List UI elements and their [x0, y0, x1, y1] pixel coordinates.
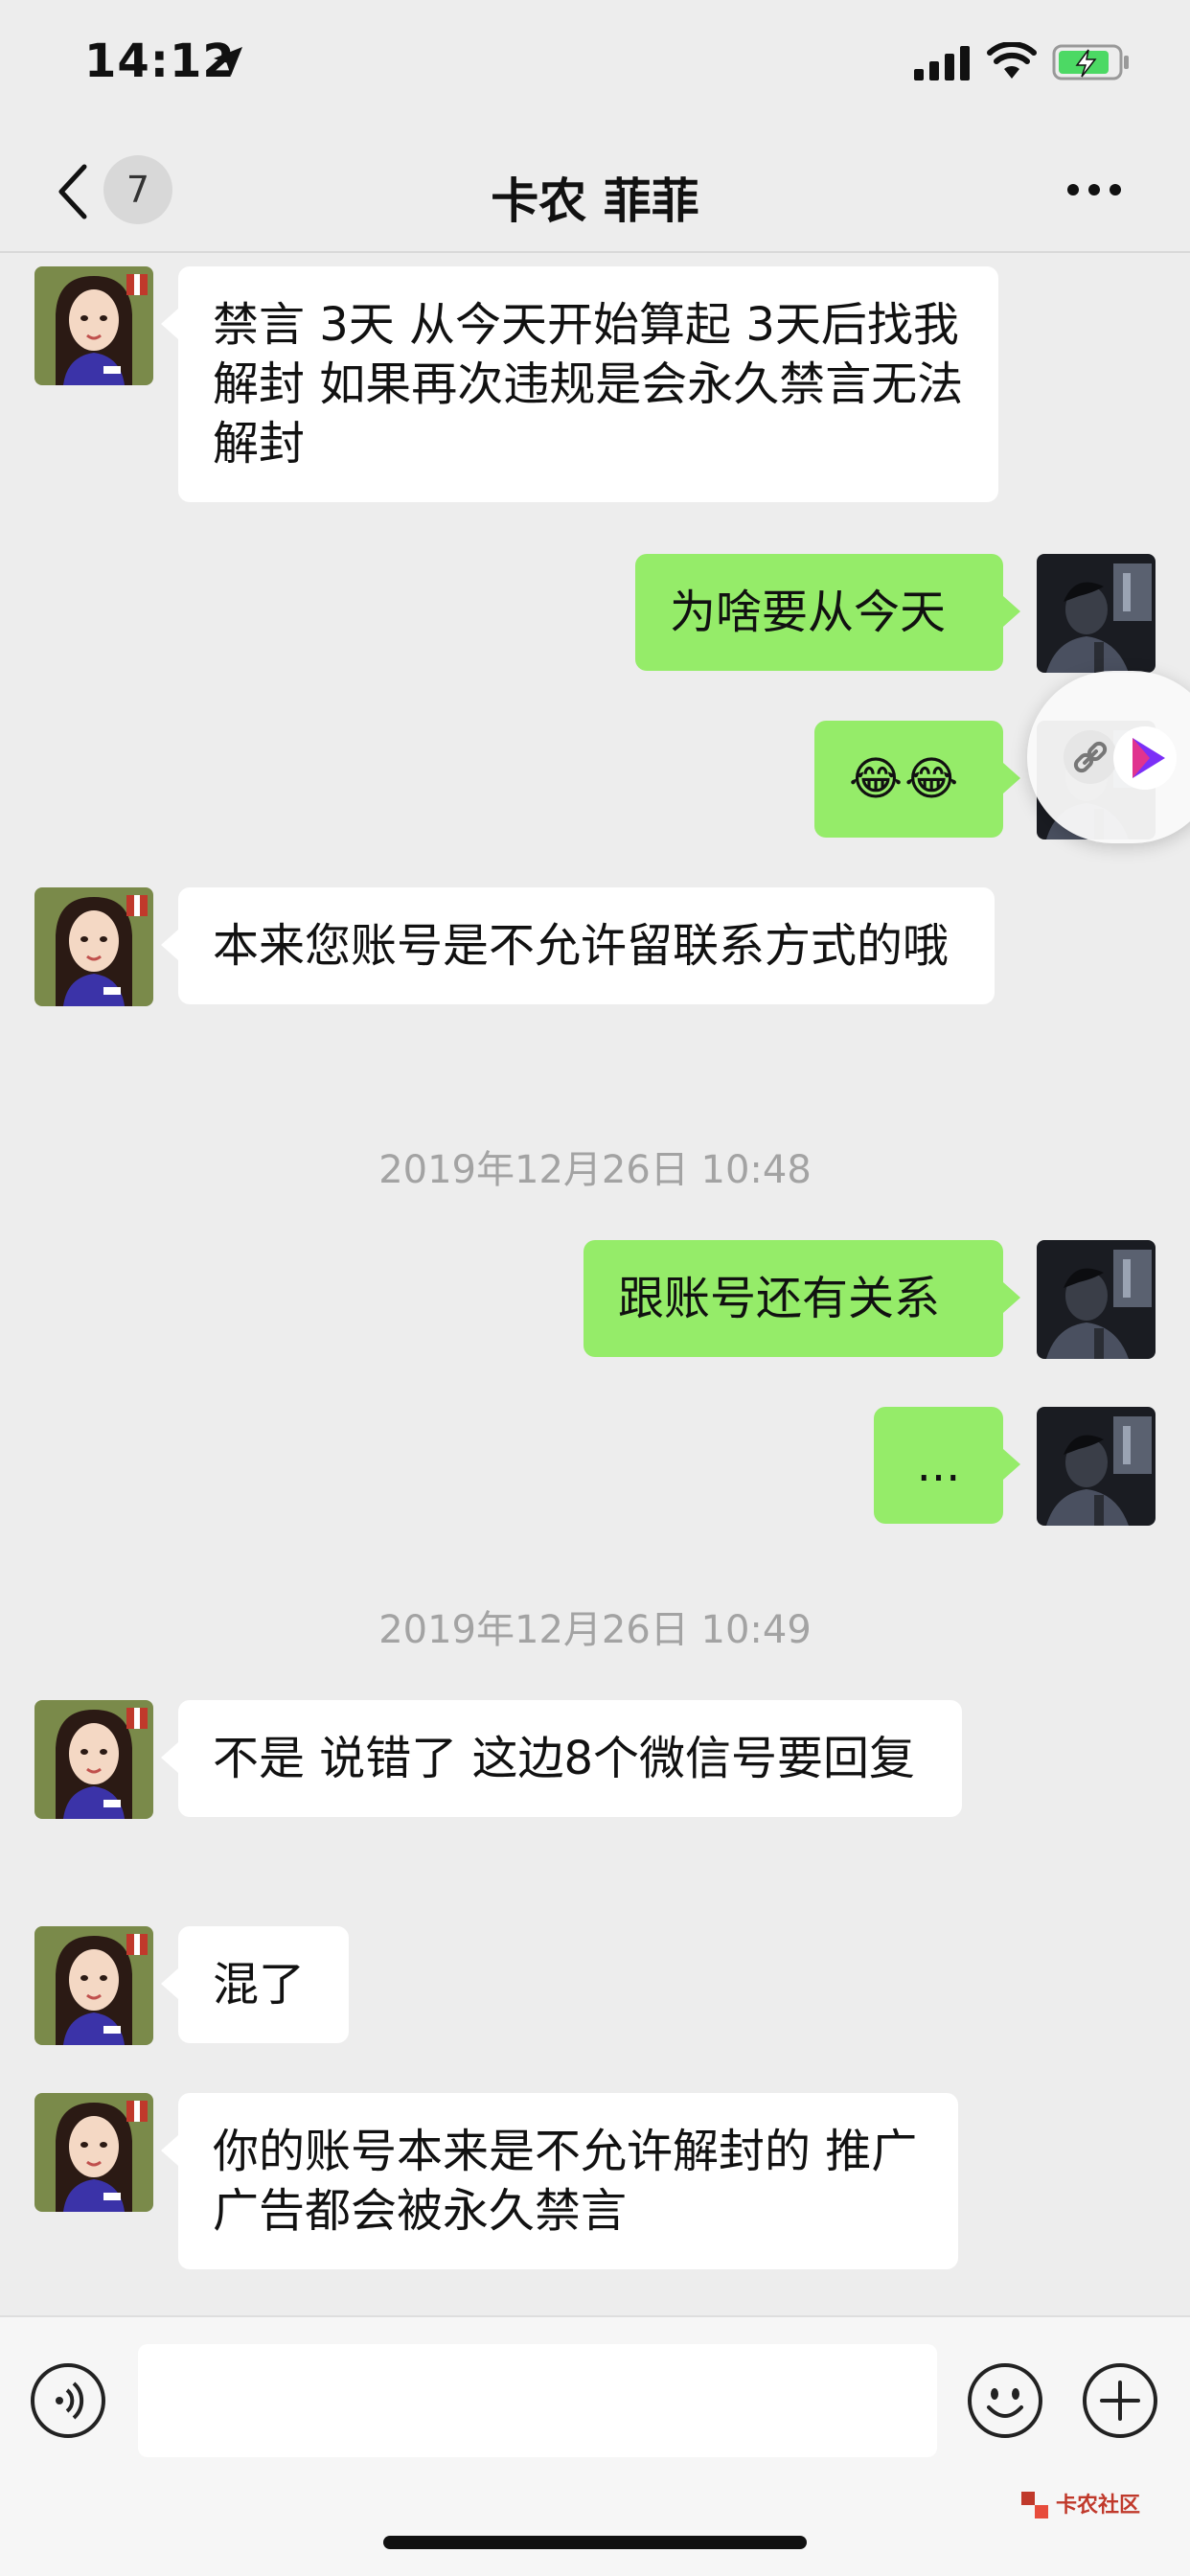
link-icon[interactable] — [1062, 728, 1119, 786]
contact-avatar[interactable] — [34, 1926, 153, 2045]
contact-avatar[interactable] — [34, 1700, 153, 1819]
chat-input-bar: 卡农社区 — [0, 2315, 1190, 2576]
watermark-logo: 卡农社区 — [1018, 2488, 1180, 2532]
contact-avatar[interactable] — [34, 887, 153, 1006]
home-indicator[interactable] — [383, 2536, 807, 2549]
play-icon[interactable] — [1111, 724, 1179, 792]
cellular-signal-icon — [914, 46, 970, 80]
add-attachment-icon[interactable] — [1081, 2361, 1159, 2440]
incoming-message-bubble[interactable]: 混了 — [161, 1926, 349, 2043]
voice-input-icon[interactable] — [29, 2361, 107, 2440]
contact-avatar[interactable] — [34, 266, 153, 385]
wifi-icon — [987, 42, 1037, 79]
chat-title: 卡农 菲菲 — [491, 173, 699, 229]
contact-avatar[interactable] — [34, 2093, 153, 2212]
emoji-icon[interactable] — [966, 2361, 1044, 2440]
incoming-message-bubble[interactable]: 你的账号本来是不允许解封的 推广广告都会被永久禁言 — [161, 2093, 958, 2269]
my-avatar[interactable] — [1037, 1407, 1156, 1526]
message-timestamp: 2019年12月26日 10:48 — [378, 1148, 812, 1192]
location-arrow-icon — [214, 47, 242, 76]
more-options-icon[interactable] — [1065, 178, 1123, 201]
outgoing-message-bubble[interactable]: 跟账号还有关系 — [584, 1240, 1020, 1357]
floating-share-widget[interactable] — [1027, 671, 1190, 843]
outgoing-message-bubble[interactable]: ... — [874, 1407, 1020, 1524]
watermark-text: 卡农社区 — [1056, 2494, 1141, 2518]
incoming-message-bubble[interactable]: 不是 说错了 这边8个微信号要回复 — [161, 1700, 962, 1817]
outgoing-message-bubble[interactable]: 为啥要从今天 — [635, 554, 1020, 671]
message-timestamp: 2019年12月26日 10:49 — [378, 1608, 812, 1652]
watermark-icon — [1021, 2492, 1048, 2518]
incoming-message-bubble[interactable]: 本来您账号是不允许留联系方式的哦 — [161, 887, 995, 1004]
message-list[interactable]: 禁言 3天 从今天开始算起 3天后找我解封 如果再次违规是会永久禁言无法解封 为… — [0, 255, 1190, 2315]
my-avatar[interactable] — [1037, 1240, 1156, 1359]
status-bar: 14:12 — [0, 0, 1190, 134]
incoming-message-bubble[interactable]: 禁言 3天 从今天开始算起 3天后找我解封 如果再次违规是会永久禁言无法解封 — [161, 266, 998, 502]
my-avatar[interactable] — [1037, 554, 1156, 673]
battery-charging-icon — [1052, 44, 1129, 80]
message-input[interactable] — [138, 2344, 937, 2457]
chat-navbar: 7 卡农 菲菲 — [0, 134, 1190, 253]
outgoing-emoji-bubble[interactable]: 😂😂 — [814, 721, 1020, 838]
